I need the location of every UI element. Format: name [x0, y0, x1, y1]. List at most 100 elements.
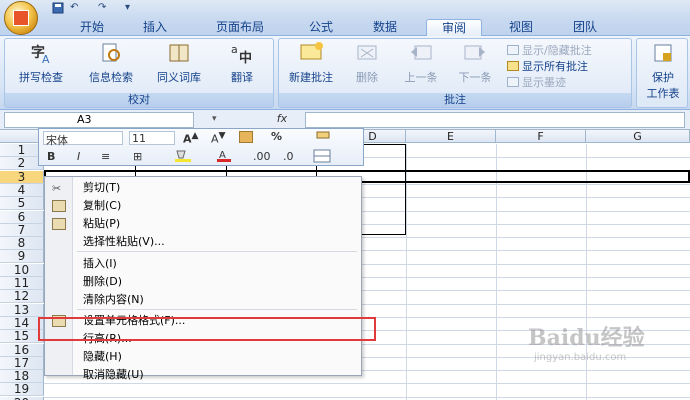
decrease-decimal-icon[interactable]: .0 [283, 150, 294, 163]
menu-item-paste[interactable]: 粘贴(P) [83, 215, 120, 232]
column-header-g[interactable]: G [586, 130, 690, 143]
tab-formulas[interactable]: 公式 [296, 19, 346, 36]
spell-check-button[interactable]: 字A 拼写检查 [9, 41, 73, 91]
translate-icon: a中 [230, 41, 254, 66]
tab-page-layout[interactable]: 页面布局 [200, 19, 280, 36]
borders-icon[interactable]: ⊞ [133, 150, 142, 163]
menu-item-insert[interactable]: 插入(I) [83, 255, 117, 272]
font-size-box[interactable]: 11 [129, 131, 175, 145]
italic-button[interactable]: I [77, 150, 80, 163]
formula-input[interactable] [305, 112, 685, 128]
row-header-19[interactable]: 19 [0, 383, 44, 397]
row-header-3[interactable]: 3 [0, 170, 44, 184]
comments-group-label: 批注 [279, 93, 631, 107]
menu-item-delete[interactable]: 删除(D) [83, 273, 122, 290]
protect-sheet-button[interactable]: 保护 工作表 [639, 41, 687, 100]
proofing-group-label: 校对 [5, 93, 273, 107]
translate-button[interactable]: a中 翻译 [215, 41, 269, 91]
show-all-comments-label: 显示所有批注 [522, 60, 588, 73]
menu-item-unhide[interactable]: 取消隐藏(U) [83, 366, 144, 383]
show-ink-icon [507, 77, 519, 87]
row-header-5[interactable]: 5 [0, 197, 44, 211]
show-ink-button[interactable]: 显示墨迹 [507, 74, 566, 89]
column-header-f[interactable]: F [496, 130, 586, 143]
protect-sheet-icon [651, 41, 675, 65]
svg-text:A: A [42, 53, 50, 65]
new-comment-button[interactable]: 新建批注 [281, 41, 341, 91]
font-color-icon[interactable]: A [215, 149, 233, 166]
menu-item-hide[interactable]: 隐藏(H) [83, 348, 122, 365]
font-name-box[interactable]: 宋体 [43, 131, 123, 147]
menu-item-paste-special[interactable]: 选择性粘贴(V)... [83, 233, 165, 250]
insert-function-button[interactable]: fx [262, 112, 302, 128]
show-all-comments-button[interactable]: 显示所有批注 [507, 58, 588, 73]
ribbon-tabs: 开始 插入 页面布局 公式 数据 审阅 视图 团队 [0, 18, 690, 37]
next-comment-icon [463, 41, 487, 65]
tab-home[interactable]: 开始 [70, 19, 114, 36]
name-box-dropdown-icon[interactable]: ▾ [212, 114, 217, 124]
show-hide-comment-button[interactable]: 显示/隐藏批注 [507, 42, 592, 57]
baidu-watermark: Baidu经验 jingyan.baidu.com [528, 320, 678, 390]
row-gridline [44, 396, 690, 398]
tab-review[interactable]: 审阅 [426, 19, 482, 37]
menu-item-cut[interactable]: 剪切(T) [83, 179, 120, 196]
research-icon [99, 41, 123, 65]
center-align-icon[interactable]: ≡ [101, 150, 110, 163]
fill-color-icon[interactable] [173, 149, 195, 166]
row-header-18[interactable]: 18 [0, 370, 44, 384]
format-painter-icon[interactable] [315, 130, 333, 145]
tab-team[interactable]: 团队 [560, 19, 610, 36]
row-header-8[interactable]: 8 [0, 237, 44, 251]
tab-insert[interactable]: 插入 [130, 19, 180, 36]
row-header-6[interactable]: 6 [0, 210, 44, 224]
menu-item-copy[interactable]: 复制(C) [83, 197, 121, 214]
office-button[interactable] [4, 1, 38, 35]
thesaurus-label: 同义词库 [157, 71, 201, 84]
next-comment-label: 下一条 [458, 71, 492, 84]
menu-separator [77, 309, 357, 310]
name-box[interactable]: A3 [4, 112, 194, 128]
thesaurus-icon [167, 41, 191, 65]
bold-button[interactable]: B [47, 150, 55, 163]
watermark-url: jingyan.baidu.com [534, 352, 627, 363]
watermark-brand: Baidu经验 [528, 325, 645, 351]
shrink-font-icon[interactable]: A▼ [211, 130, 226, 146]
mini-toolbar: 宋体 11 A▲ A▼ % B I ≡ ⊞ A .00 .0 [38, 128, 364, 166]
merge-center-icon[interactable] [313, 149, 331, 166]
new-comment-label: 新建批注 [289, 71, 333, 84]
currency-format-icon[interactable] [239, 131, 253, 143]
row-header-12[interactable]: 12 [0, 290, 44, 304]
row-header-4[interactable]: 4 [0, 183, 44, 197]
thesaurus-button[interactable]: 同义词库 [147, 41, 211, 91]
show-hide-comment-icon [507, 45, 519, 55]
previous-comment-button[interactable]: 上一条 [395, 41, 447, 91]
redo-icon[interactable]: ↷ [98, 2, 106, 16]
column-header-e[interactable]: E [406, 130, 496, 143]
row-header-11[interactable]: 11 [0, 277, 44, 290]
menu-item-clear-contents[interactable]: 清除内容(N) [83, 291, 144, 308]
row-header-10[interactable]: 10 [0, 263, 44, 277]
office-logo-icon [13, 10, 29, 26]
tab-view[interactable]: 视图 [496, 19, 546, 36]
percent-style-icon[interactable]: % [271, 130, 282, 143]
show-all-comments-icon [507, 61, 519, 71]
row-header-7[interactable]: 7 [0, 223, 44, 237]
row-header-13[interactable]: 13 [0, 303, 44, 317]
save-icon[interactable] [52, 2, 64, 16]
next-comment-button[interactable]: 下一条 [449, 41, 501, 91]
increase-decimal-icon[interactable]: .00 [253, 150, 271, 163]
customize-qa-icon[interactable]: ▾ [125, 2, 130, 16]
row-header-17[interactable]: 17 [0, 356, 44, 370]
row-header-9[interactable]: 9 [0, 250, 44, 264]
tab-data[interactable]: 数据 [360, 19, 410, 36]
undo-icon[interactable]: ↶ [70, 2, 78, 16]
comments-group: 新建批注 删除 上一条 下一条 显示/隐藏批注 显示所有批注 显示墨迹 批注 [278, 38, 632, 108]
row-header-16[interactable]: 16 [0, 343, 44, 357]
protect-group: 保护 工作表 [636, 38, 688, 108]
annotation-highlight-box [38, 317, 376, 341]
scissors-icon: ✂ [52, 182, 62, 195]
grow-font-icon[interactable]: A▲ [183, 130, 199, 146]
delete-comment-button[interactable]: 删除 [343, 41, 391, 91]
research-button[interactable]: 信息检索 [79, 41, 143, 91]
previous-comment-label: 上一条 [404, 71, 438, 84]
